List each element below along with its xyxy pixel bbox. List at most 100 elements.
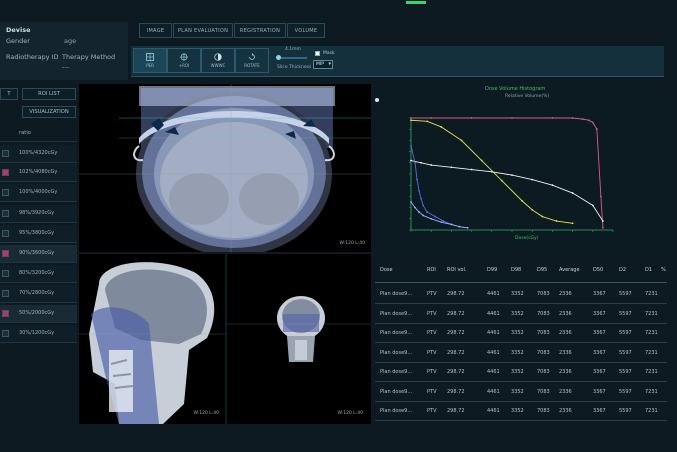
dvh-point	[599, 195, 602, 198]
list-item-label: 50%/2000cGy	[19, 310, 55, 316]
dvh-point	[414, 206, 416, 209]
table-cell: 5597	[619, 330, 632, 336]
color-swatch[interactable]	[2, 210, 9, 217]
sagittal-window-level: W:120 L:40	[193, 411, 219, 416]
table-cell: 3367	[593, 408, 606, 414]
list-item[interactable]: 100%/4000cGy	[0, 184, 77, 202]
list-item-label: 30%/1200cGy	[19, 330, 55, 336]
table-cell: 2336	[559, 408, 572, 414]
table-cell: 298.72	[447, 330, 465, 336]
table-cell: 4461	[487, 408, 500, 414]
dvh-point	[511, 174, 513, 177]
dvh-point	[422, 214, 425, 217]
dvh-point	[551, 184, 554, 187]
mask-checkbox-label: Mask	[323, 51, 335, 56]
dvh-point	[414, 161, 416, 164]
table-cell: 5597	[619, 310, 632, 317]
therapy-method-value: ---	[62, 63, 70, 71]
table-row[interactable]: Plan dose9... PTV 298.72 4461 3352 7083 2336 33…	[375, 363, 667, 382]
table-cell: 3352	[511, 291, 524, 297]
list-item[interactable]: 90%/3600cGy	[0, 245, 77, 263]
list-item[interactable]: 80%/3200cGy	[0, 265, 77, 283]
tab-registration[interactable]: REGISTRATION	[234, 23, 286, 38]
dvh-point	[531, 178, 534, 181]
col-header-d95: D95	[537, 267, 548, 273]
table-cell: 7083	[537, 388, 550, 395]
dvh-series-line-3	[410, 145, 468, 229]
dvh-point	[571, 222, 574, 225]
visualization-button[interactable]: VISUALIZATION	[22, 106, 76, 118]
color-swatch[interactable]	[2, 270, 9, 277]
table-cell: 4461	[487, 369, 500, 375]
dvh-point	[551, 117, 554, 119]
table-cell: 2336	[559, 310, 572, 317]
left-tab-button[interactable]: T	[0, 88, 18, 100]
table-cell: 3367	[593, 310, 606, 317]
dvh-point	[470, 168, 473, 171]
table-cell: Plan dose9...	[380, 349, 413, 356]
list-item[interactable]: 98%/3920cGy	[0, 205, 77, 223]
color-swatch[interactable]	[2, 189, 9, 196]
slice-thickness-slider[interactable]	[276, 55, 307, 60]
color-swatch[interactable]	[2, 290, 9, 297]
color-swatch[interactable]	[2, 330, 9, 337]
axial-view[interactable]: W:120 L:40	[79, 84, 371, 252]
table-cell: 4461	[487, 349, 500, 356]
color-swatch[interactable]	[2, 150, 9, 157]
tool-rotate-button[interactable]: ROTATE	[235, 48, 269, 73]
tool-add-roi-button[interactable]: +ROI	[167, 48, 201, 73]
table-cell: 2336	[559, 330, 572, 336]
color-swatch[interactable]	[2, 250, 9, 257]
table-cell: 7083	[537, 291, 550, 297]
table-cell: 5597	[619, 388, 632, 395]
age-label: age	[64, 37, 77, 45]
dvh-point	[418, 189, 420, 192]
col-header-dose: Dose	[380, 267, 393, 273]
table-row[interactable]: Plan dose9... PTV 298.72 4461 3352 7083 2336 33…	[375, 383, 667, 402]
table-row[interactable]: Plan dose9... PTV 298.72 4461 3352 7083 2336 33…	[375, 305, 667, 324]
tab-volume[interactable]: VOLUME	[287, 23, 325, 38]
coronal-view[interactable]: W:120 L:40	[227, 254, 371, 424]
table-cell: 298.72	[447, 291, 465, 297]
tool-wwwc-button[interactable]: WWWC	[201, 48, 235, 73]
table-row[interactable]: Plan dose9... PTV 298.72 4461 3352 7083 2336 33…	[375, 324, 667, 343]
color-swatch[interactable]	[2, 230, 9, 237]
mask-checkbox[interactable]	[315, 51, 320, 56]
dvh-point	[501, 179, 503, 182]
slider-handle[interactable]	[276, 55, 281, 60]
tab-image[interactable]: IMAGE	[139, 23, 172, 38]
table-cell: 7083	[537, 369, 550, 375]
table-cell: 3352	[511, 330, 524, 336]
dvh-point	[521, 199, 523, 202]
projection-dropdown[interactable]: MIP ▾	[313, 60, 333, 69]
roi-list-button[interactable]: ROI LIST	[22, 88, 76, 100]
tool-per-button[interactable]: PER	[133, 48, 167, 73]
list-item[interactable]: 30%/1200cGy	[0, 325, 77, 343]
dvh-point	[430, 164, 433, 166]
list-item[interactable]: 102%/4080cGy	[0, 164, 77, 182]
sagittal-view[interactable]: W:120 L:40	[79, 254, 225, 424]
therapy-method-label: Therapy Method	[62, 53, 116, 61]
coronal-window-level: W:120 L:40	[337, 411, 363, 416]
tab-plan-evaluation[interactable]: PLAN EVALUATION	[173, 23, 233, 38]
list-item[interactable]: 95%/3800cGy	[0, 225, 77, 243]
slider-value-label: 4.1mm	[285, 47, 301, 52]
list-item[interactable]: 50%/2000cGy	[0, 305, 77, 323]
list-item-label: 102%/4080cGy	[19, 169, 58, 175]
table-cell: Plan dose9...	[380, 291, 413, 297]
list-item-label: 100%/4000cGy	[19, 189, 58, 195]
list-item[interactable]: 70%/2800cGy	[0, 285, 77, 303]
list-item[interactable]: 100%/4320cGy	[0, 145, 77, 163]
status-indicator	[406, 1, 426, 4]
color-swatch[interactable]	[2, 310, 9, 317]
table-cell: 7231	[645, 369, 658, 375]
color-swatch[interactable]	[2, 169, 9, 176]
table-cell: 7083	[537, 408, 550, 414]
table-cell: 7231	[645, 310, 658, 317]
table-row[interactable]: Plan dose9... PTV 298.72 4461 3352 7083 2336 33…	[375, 344, 667, 363]
table-cell: 2336	[559, 388, 572, 395]
table-row[interactable]: Plan dose9... PTV 298.72 4461 3352 7083 2336 33…	[375, 285, 667, 304]
gender-label: Gender	[6, 37, 30, 45]
table-row[interactable]: Plan dose9... PTV 298.72 4461 3352 7083 2336 33…	[375, 402, 667, 421]
dvh-plot	[409, 117, 614, 232]
